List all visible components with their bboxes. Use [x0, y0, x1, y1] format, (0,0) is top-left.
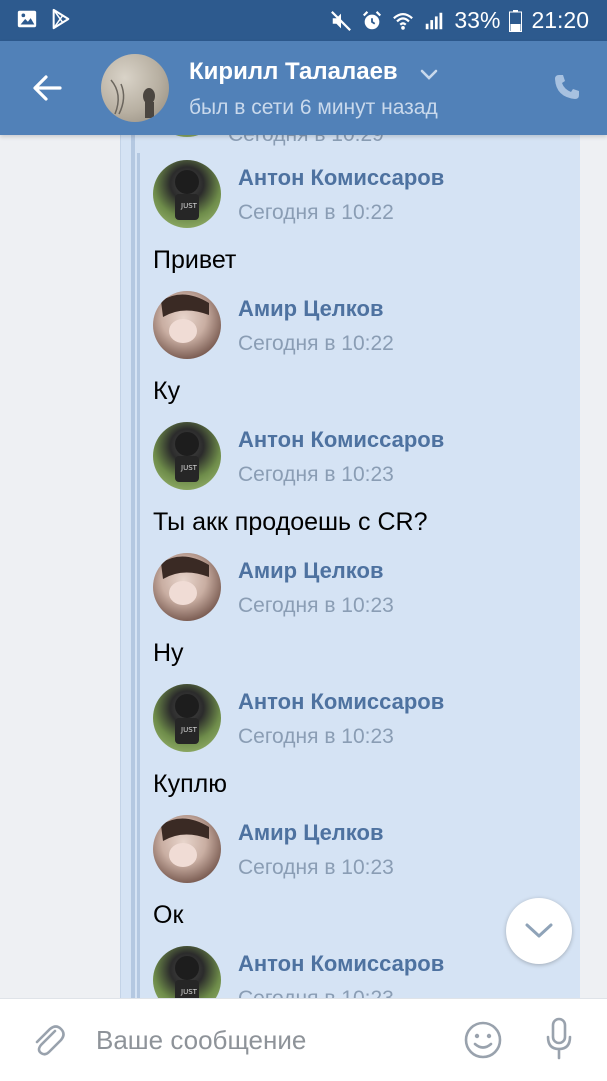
message-time: Сегодня в 10:23 — [238, 463, 394, 486]
forward-quote-line — [137, 153, 140, 998]
contact-status: был в сети 6 минут назад — [189, 96, 438, 119]
back-arrow-icon[interactable] — [28, 68, 68, 108]
scroll-down-button[interactable] — [506, 898, 572, 964]
message-author[interactable]: Антон Комиссаров — [238, 165, 444, 191]
scroll-down-icon — [525, 923, 553, 938]
avatar[interactable]: JUST — [153, 422, 221, 490]
forwarded-message-partial: Сегодня в 10:29 — [153, 135, 573, 147]
status-time: 21:20 — [531, 7, 589, 33]
gallery-icon — [17, 10, 37, 28]
message-author[interactable]: Антон Комиссаров — [238, 427, 444, 453]
message-author[interactable]: Антон Комиссаров — [238, 951, 444, 977]
status-bar: 33% 21:20 — [0, 0, 607, 41]
alarm-icon — [363, 10, 382, 29]
avatar[interactable] — [153, 815, 221, 883]
message-text: Куплю — [153, 770, 227, 798]
avatar — [153, 135, 221, 137]
message-time: Сегодня в 10:23 — [238, 987, 394, 998]
wifi-icon — [393, 12, 414, 30]
phone-icon[interactable] — [552, 72, 582, 102]
message-text: Ты акк продоешь с CR? — [153, 508, 428, 536]
message-time: Сегодня в 10:23 — [238, 725, 394, 748]
message-input[interactable] — [96, 1019, 436, 1061]
message-author[interactable]: Амир Целков — [238, 558, 383, 584]
message-text: Ну — [153, 639, 184, 667]
emoji-icon[interactable] — [463, 1020, 503, 1060]
message-time: Сегодня в 10:22 — [238, 201, 394, 224]
message-text: Ок — [153, 901, 184, 929]
battery-percent: 33% — [454, 7, 501, 33]
signal-icon — [426, 12, 443, 29]
svg-text:JUST: JUST — [180, 464, 198, 472]
avatar[interactable] — [153, 553, 221, 621]
svg-text:JUST: JUST — [180, 726, 198, 734]
message-author[interactable]: Амир Целков — [238, 820, 383, 846]
paperclip-icon[interactable] — [30, 1020, 66, 1060]
forward-quote-line — [131, 135, 135, 998]
chevron-down-icon[interactable] — [420, 68, 438, 82]
mute-icon — [331, 10, 352, 31]
message-time: Сегодня в 10:23 — [238, 594, 394, 617]
message-time: Сегодня в 10:22 — [238, 332, 394, 355]
svg-text:JUST: JUST — [180, 202, 198, 210]
message-list[interactable]: Сегодня в 10:29 JUST Антон Комиссаров Се… — [0, 135, 607, 998]
svg-text:JUST: JUST — [180, 988, 198, 996]
contact-name[interactable]: Кирилл Талалаев — [189, 58, 398, 86]
avatar[interactable]: JUST — [153, 160, 221, 228]
battery-icon — [509, 9, 523, 32]
avatar[interactable] — [153, 291, 221, 359]
avatar[interactable] — [101, 54, 169, 122]
avatar[interactable]: JUST — [153, 684, 221, 752]
chat-header: Кирилл Талалаев был в сети 6 минут назад — [0, 41, 607, 135]
message-time: Сегодня в 10:23 — [238, 856, 394, 879]
microphone-icon[interactable] — [544, 1016, 574, 1062]
play-store-icon — [52, 8, 70, 30]
message-text: Ку — [153, 377, 181, 405]
message-author[interactable]: Антон Комиссаров — [238, 689, 444, 715]
message-composer — [0, 998, 607, 1081]
message-author[interactable]: Амир Целков — [238, 296, 383, 322]
message-text: Привет — [153, 246, 237, 274]
message-time: Сегодня в 10:29 — [228, 135, 384, 147]
